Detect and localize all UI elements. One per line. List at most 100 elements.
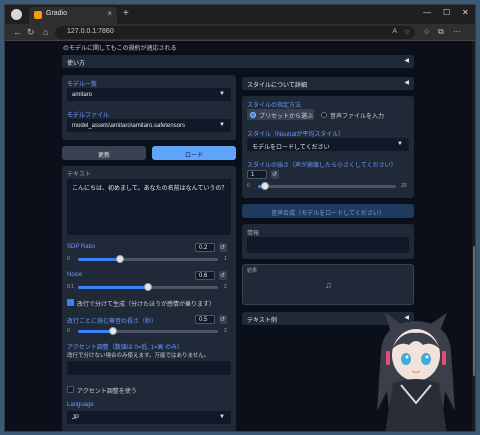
text-label: テキスト <box>67 172 91 178</box>
sdp-ratio-slider[interactable] <box>78 255 218 263</box>
maximize-button[interactable]: ☐ <box>443 8 450 17</box>
radio-selected[interactable] <box>250 112 256 118</box>
style-weight-max: 20 <box>401 183 407 189</box>
style-detail-accordion[interactable]: スタイルについて詳細 ◀ <box>242 77 414 90</box>
style-option-audio-label: 音声ファイルを入力 <box>330 114 385 120</box>
favorite-star-icon[interactable]: ☆ <box>404 28 410 36</box>
split-interval-slider[interactable] <box>78 327 218 335</box>
slider-handle[interactable] <box>116 255 124 263</box>
info-textbox[interactable] <box>247 237 409 253</box>
load-button[interactable]: ロード <box>152 146 236 160</box>
usage-accordion[interactable]: 使い方 ◀ <box>62 55 414 68</box>
url-field[interactable]: 127.0.0.1:7860 A ☆ <box>55 26 415 39</box>
license-text: のモデルに関してもこの規約が適応される <box>63 46 177 52</box>
chevron-left-icon: ◀ <box>404 80 409 86</box>
model-file-value: model_assets\amitaro\amitaro.safetensors <box>72 123 186 129</box>
info-label: 情報 <box>247 231 260 237</box>
style-option-audio[interactable]: 音声ファイルを入力 <box>318 109 388 120</box>
new-tab-button[interactable]: + <box>123 8 129 19</box>
model-file-dropdown[interactable]: model_assets\amitaro\amitaro.safetensors… <box>67 119 231 132</box>
accent-title: アクセント調整（数値は 0=低, 1=高 のみ） <box>67 345 184 351</box>
split-reset-icon[interactable]: ↺ <box>219 315 227 324</box>
page-scrollbar[interactable] <box>472 41 475 431</box>
scrollbar-thumb[interactable] <box>473 246 475 376</box>
audio-output-panel: 結果 ♫ <box>242 264 414 305</box>
split-interval-number[interactable]: 0.5 <box>195 315 215 324</box>
minimize-button[interactable]: — <box>423 8 431 17</box>
favorites-icon[interactable]: ☆ <box>423 27 430 36</box>
slider-fill <box>78 330 113 333</box>
gradio-favicon-icon <box>34 11 42 19</box>
close-window-button[interactable]: ✕ <box>462 8 469 17</box>
split-interval-label: 改行ごとに挟む無音の長さ（秒） <box>67 319 158 325</box>
noise-number[interactable]: 0.6 <box>195 271 215 280</box>
text-settings-panel: テキスト こんにちは、初めまして。あなたの名前はなんていうの？ SDP Rati… <box>62 166 236 431</box>
use-accent-checkbox[interactable] <box>67 386 74 393</box>
gradio-page: のモデルに関してもこの規約が適応される 使い方 ◀ モデル一覧 amitaro … <box>5 41 475 431</box>
style-weight-slider[interactable] <box>258 182 396 190</box>
style-method-label: スタイルの指定方法 <box>247 103 302 109</box>
line-split-checkbox[interactable] <box>67 299 74 306</box>
slider-handle[interactable] <box>261 182 269 190</box>
load-button-label: ロード <box>184 153 203 159</box>
sdp-ratio-value: 0.2 <box>199 245 208 251</box>
style-weight-label: スタイルの強さ（声が崩壊したら小さくしてください） <box>247 163 397 169</box>
dropdown-arrow-icon: ▼ <box>397 141 403 147</box>
home-icon[interactable]: ⌂ <box>43 27 48 37</box>
profile-avatar[interactable] <box>11 9 22 20</box>
slider-handle[interactable] <box>109 327 117 335</box>
accent-input[interactable] <box>67 361 231 375</box>
style-weight-min: 0 <box>247 183 250 189</box>
browser-tab[interactable]: Gradio × <box>29 7 117 24</box>
noise-max: 2 <box>224 284 227 290</box>
reload-icon[interactable]: ↻ <box>27 27 35 38</box>
radio-unselected[interactable] <box>321 112 327 118</box>
dropdown-arrow-icon: ▼ <box>219 91 225 97</box>
language-value: JP <box>72 415 80 421</box>
anime-character-image <box>377 313 455 431</box>
noise-slider[interactable] <box>78 283 218 291</box>
dropdown-arrow-icon: ▼ <box>219 122 225 128</box>
model-list-dropdown[interactable]: amitaro ▼ <box>67 88 231 101</box>
split-max: 2 <box>224 328 227 334</box>
refresh-button[interactable]: 更新 <box>62 146 146 160</box>
model-list-value: amitaro <box>72 92 93 98</box>
slider-fill <box>78 258 120 261</box>
style-weight-number[interactable]: 1 <box>247 170 267 179</box>
noise-reset-icon[interactable]: ↺ <box>219 271 227 280</box>
browser-window: Gradio × + — ☐ ✕ ← ↻ ⌂ 127.0.0.1:7860 A … <box>4 4 476 432</box>
dropdown-arrow-icon: ▼ <box>219 414 225 420</box>
noise-label: Noise <box>67 272 83 278</box>
synthesize-button-label: 音声合成（モデルをロードしてください） <box>271 211 385 217</box>
noise-value: 0.6 <box>199 273 208 279</box>
back-icon[interactable]: ← <box>13 27 22 37</box>
style-weight-reset-icon[interactable]: ↺ <box>271 170 279 179</box>
synthesize-button[interactable]: 音声合成（モデルをロードしてください） <box>242 204 414 218</box>
model-file-label: モデルファイル <box>67 113 110 119</box>
style-option-preset-label: プリセットから選ぶ <box>259 114 314 120</box>
slider-fill <box>78 286 148 289</box>
sdp-ratio-number[interactable]: 0.2 <box>195 243 215 252</box>
text-input[interactable]: こんにちは、初めまして。あなたの名前はなんていうの？ <box>67 179 231 235</box>
audio-label: 結果 <box>247 268 258 274</box>
address-bar: ← ↻ ⌂ 127.0.0.1:7860 A ☆ ☆ ⧉ ⋯ <box>5 24 475 41</box>
model-panel: モデル一覧 amitaro ▼ モデルファイル model_assets\ami… <box>62 75 236 140</box>
sdp-reset-icon[interactable]: ↺ <box>219 243 227 252</box>
style-label: スタイル（Neutralが平均スタイル） <box>247 132 345 138</box>
extensions-icon[interactable]: ⧉ <box>438 27 444 37</box>
style-option-preset[interactable]: プリセットから選ぶ <box>247 109 314 120</box>
menu-icon[interactable]: ⋯ <box>453 27 461 36</box>
slider-handle[interactable] <box>144 283 152 291</box>
line-split-label: 改行で分けて生成（分けたほうが感情が乗ります） <box>77 302 216 308</box>
tab-close-icon[interactable]: × <box>107 9 112 18</box>
tab-bar: Gradio × + — ☐ ✕ <box>5 5 475 24</box>
chevron-left-icon: ◀ <box>404 58 409 64</box>
text-examples-label: テキスト例 <box>247 318 277 324</box>
sdp-max: 1 <box>224 256 227 262</box>
zoom-indicator[interactable]: A <box>392 28 397 35</box>
style-dropdown[interactable]: モデルをロードしてください ▼ <box>247 138 409 151</box>
text-input-value: こんにちは、初めまして。あなたの名前はなんていうの？ <box>72 186 228 192</box>
style-panel: スタイルの指定方法 プリセットから選ぶ 音声ファイルを入力 スタイル（Neutr… <box>242 96 414 198</box>
style-weight-value: 1 <box>251 172 255 178</box>
language-dropdown[interactable]: JP ▼ <box>67 411 231 424</box>
